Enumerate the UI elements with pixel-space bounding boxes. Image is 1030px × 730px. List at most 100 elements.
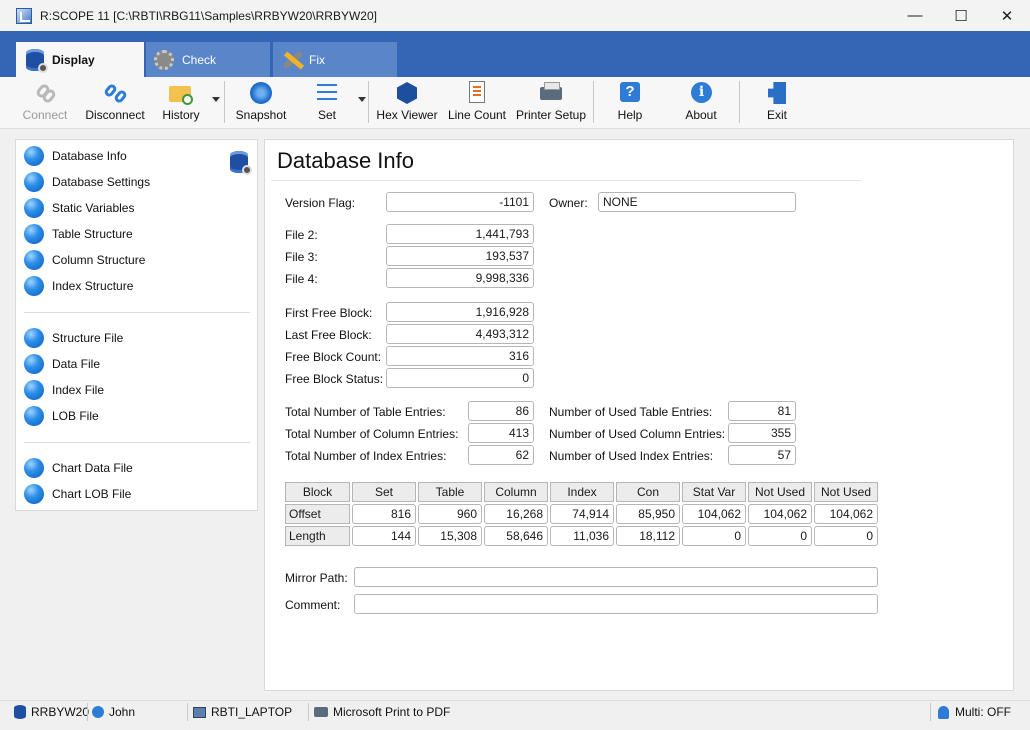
status-separator (308, 703, 309, 721)
blue-sphere-icon (24, 250, 44, 270)
status-computer: RBTI_LAPTOP (193, 703, 292, 721)
used-column-entries-field[interactable]: 355 (728, 423, 796, 443)
help-icon: ? (618, 81, 642, 105)
comment-field[interactable] (354, 594, 878, 614)
first-free-block-field[interactable]: 1,916,928 (386, 302, 534, 322)
tab-check[interactable]: Check (146, 42, 270, 77)
exit-button[interactable]: Exit (762, 81, 792, 125)
link-icon (33, 81, 58, 105)
block-table-header: Column (484, 482, 548, 502)
tools-icon (279, 47, 305, 73)
sidebar-item-label: Chart Data File (52, 461, 133, 475)
offset-row-label: Offset (285, 504, 350, 524)
status-bar: RRBYW20 John RBTI_LAPTOP Microsoft Print… (0, 700, 1030, 722)
minimize-button[interactable]: — (892, 0, 938, 31)
owner-field[interactable]: NONE (598, 192, 796, 212)
file2-field[interactable]: 1,441,793 (386, 224, 534, 244)
sidebar-item-label: LOB File (52, 409, 99, 423)
status-computer-name: RBTI_LAPTOP (211, 705, 293, 719)
history-button[interactable]: History (159, 81, 203, 125)
camera-aperture-icon (249, 81, 273, 105)
block-table-header: Block (285, 482, 350, 502)
sidebar-item-index-structure[interactable]: Index Structure (24, 275, 133, 297)
mirror-path-field[interactable] (354, 567, 878, 587)
hex-viewer-label: Hex Viewer (376, 108, 438, 122)
block-table-header: Index (550, 482, 614, 502)
used-table-entries-label: Number of Used Table Entries: (549, 405, 713, 419)
offset-stat-var-field[interactable]: 104,062 (682, 504, 746, 524)
user-icon (92, 706, 104, 718)
length-not-used-field[interactable]: 0 (748, 526, 812, 546)
length-con-field[interactable]: 18,112 (616, 526, 680, 546)
total-table-entries-field[interactable]: 86 (468, 401, 534, 421)
close-button[interactable]: ✕ (984, 0, 1030, 31)
connect-button[interactable]: Connect (21, 81, 69, 125)
hex-viewer-button[interactable]: Hex Viewer (376, 81, 438, 125)
sidebar-item-index-file[interactable]: Index File (24, 379, 104, 401)
offset-not-used-field[interactable]: 104,062 (814, 504, 878, 524)
block-table-header: Not Used (748, 482, 812, 502)
sidebar-item-database-settings[interactable]: Database Settings (24, 171, 150, 193)
free-block-status-label: Free Block Status: (285, 372, 384, 386)
disconnect-button[interactable]: Disconnect (84, 81, 146, 125)
tab-display[interactable]: Display (16, 42, 144, 77)
about-button[interactable]: i About (682, 81, 720, 125)
offset-not-used-field[interactable]: 104,062 (748, 504, 812, 524)
line-count-label: Line Count (447, 108, 507, 122)
database-info-panel: Database Info Version Flag: -1101 Owner:… (264, 139, 1014, 691)
line-count-button[interactable]: Line Count (447, 81, 507, 125)
status-database-name: RRBYW20 (31, 705, 90, 719)
window-title: R:SCOPE 11 [C:\RBTI\RBG11\Samples\RRBYW2… (40, 8, 377, 23)
set-button[interactable]: Set (310, 81, 344, 125)
sidebar-item-static-variables[interactable]: Static Variables (24, 197, 134, 219)
set-dropdown-arrow[interactable] (358, 97, 366, 102)
maximize-button[interactable]: ☐ (938, 0, 984, 31)
offset-table-field[interactable]: 960 (418, 504, 482, 524)
sidebar-item-chart-data-file[interactable]: Chart Data File (24, 457, 133, 479)
length-stat-var-field[interactable]: 0 (682, 526, 746, 546)
snapshot-button[interactable]: Snapshot (234, 81, 288, 125)
offset-column-field[interactable]: 16,268 (484, 504, 548, 524)
sidebar-item-chart-lob-file[interactable]: Chart LOB File (24, 483, 131, 505)
sidebar-item-database-info[interactable]: Database Info (24, 145, 127, 167)
status-user: John (92, 703, 135, 721)
free-block-count-field[interactable]: 316 (386, 346, 534, 366)
blue-sphere-icon (24, 198, 44, 218)
sidebar-item-column-structure[interactable]: Column Structure (24, 249, 145, 271)
length-column-field[interactable]: 58,646 (484, 526, 548, 546)
help-label: Help (617, 108, 643, 122)
offset-index-field[interactable]: 74,914 (550, 504, 614, 524)
sidebar-item-lob-file[interactable]: LOB File (24, 405, 99, 427)
sidebar-item-data-file[interactable]: Data File (24, 353, 100, 375)
file4-field[interactable]: 9,998,336 (386, 268, 534, 288)
status-separator (930, 703, 931, 721)
version-flag-field[interactable]: -1101 (386, 192, 534, 212)
total-index-entries-field[interactable]: 62 (468, 445, 534, 465)
printer-setup-button[interactable]: Printer Setup (516, 81, 586, 125)
used-table-entries-field[interactable]: 81 (728, 401, 796, 421)
file2-label: File 2: (285, 228, 318, 242)
offset-con-field[interactable]: 85,950 (616, 504, 680, 524)
blue-sphere-icon (24, 328, 44, 348)
length-set-field[interactable]: 144 (352, 526, 416, 546)
sidebar-item-table-structure[interactable]: Table Structure (24, 223, 133, 245)
total-column-entries-field[interactable]: 413 (468, 423, 534, 443)
help-button[interactable]: ? Help (612, 81, 648, 125)
tab-fix[interactable]: Fix (273, 42, 397, 77)
offset-set-field[interactable]: 816 (352, 504, 416, 524)
length-index-field[interactable]: 11,036 (550, 526, 614, 546)
file4-label: File 4: (285, 272, 318, 286)
computer-icon (193, 706, 206, 718)
document-lines-icon (465, 81, 489, 105)
sidebar-item-structure-file[interactable]: Structure File (24, 327, 123, 349)
info-icon: i (689, 81, 713, 105)
length-table-field[interactable]: 15,308 (418, 526, 482, 546)
gear-icon (152, 47, 178, 73)
history-dropdown-arrow[interactable] (212, 97, 220, 102)
file3-field[interactable]: 193,537 (386, 246, 534, 266)
last-free-block-field[interactable]: 4,493,312 (386, 324, 534, 344)
length-not-used-field[interactable]: 0 (814, 526, 878, 546)
used-index-entries-field[interactable]: 57 (728, 445, 796, 465)
free-block-status-field[interactable]: 0 (386, 368, 534, 388)
block-table-header: Table (418, 482, 482, 502)
